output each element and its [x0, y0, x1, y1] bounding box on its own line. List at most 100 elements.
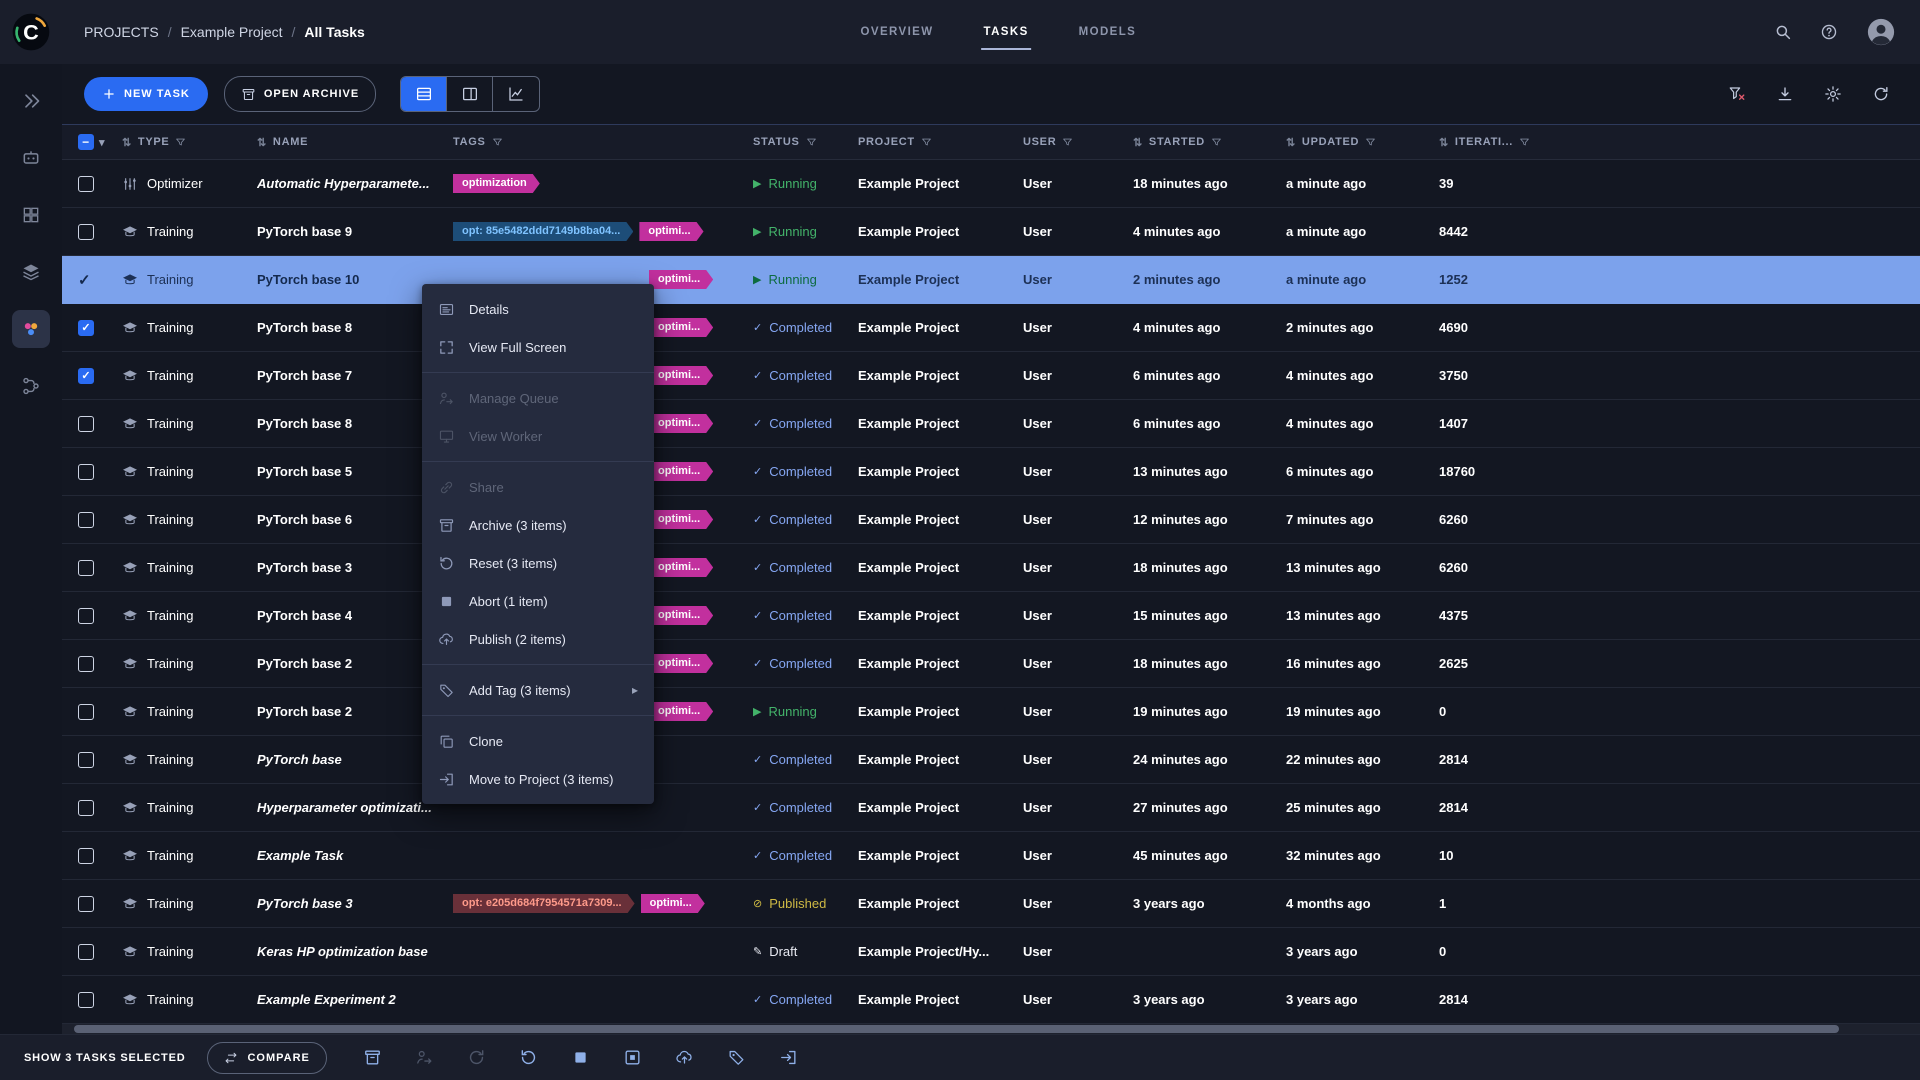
menu-item-move-to-project-3-items[interactable]: Move to Project (3 items): [422, 760, 654, 798]
task-name[interactable]: PyTorch base 9: [257, 224, 453, 239]
table-row[interactable]: TrainingPyTorch base 2optimi...✓Complete…: [62, 640, 1920, 688]
menu-item-archive-3-items[interactable]: Archive (3 items): [422, 506, 654, 544]
table-row[interactable]: TrainingExample Experiment 2✓CompletedEx…: [62, 976, 1920, 1024]
row-checkbox[interactable]: [78, 464, 94, 480]
task-tag[interactable]: optimi...: [649, 654, 713, 673]
horizontal-scrollbar[interactable]: [62, 1024, 1920, 1034]
sort-icon[interactable]: ⇅: [122, 136, 132, 149]
archive-icon[interactable]: [363, 1048, 382, 1067]
open-archive-button[interactable]: OPEN ARCHIVE: [224, 76, 376, 112]
sidebar-item-getting-started[interactable]: [12, 82, 50, 120]
task-tag[interactable]: optimi...: [649, 366, 713, 385]
row-checkbox[interactable]: [78, 656, 94, 672]
column-header-project[interactable]: PROJECT: [858, 136, 1023, 148]
table-view-button[interactable]: [401, 77, 447, 111]
selection-menu-caret-icon[interactable]: ▾: [99, 136, 105, 149]
user-avatar[interactable]: [1866, 17, 1896, 47]
menu-item-details[interactable]: Details: [422, 290, 654, 328]
task-tag[interactable]: optimi...: [649, 558, 713, 577]
table-row[interactable]: ✓TrainingPyTorch base 10optimi...▶Runnin…: [62, 256, 1920, 304]
tab-models[interactable]: MODELS: [1079, 0, 1137, 64]
sidebar-item-applications[interactable]: [12, 310, 50, 348]
task-name[interactable]: Example Task: [257, 848, 453, 863]
clearml-logo[interactable]: C: [0, 12, 62, 52]
task-tag[interactable]: optimi...: [641, 894, 705, 913]
task-name[interactable]: Automatic Hyperparamete...: [257, 176, 453, 191]
scrollbar-thumb[interactable]: [74, 1025, 1839, 1033]
settings-gear-icon[interactable]: [1824, 85, 1842, 103]
row-checkbox[interactable]: [78, 896, 94, 912]
row-checkbox[interactable]: [78, 992, 94, 1008]
sidebar-item-workers-queues[interactable]: [12, 367, 50, 405]
row-checkbox[interactable]: [78, 752, 94, 768]
clear-filters-icon[interactable]: [1728, 85, 1746, 103]
card-view-button[interactable]: [447, 77, 493, 111]
sort-icon[interactable]: ⇅: [257, 136, 267, 149]
filter-icon[interactable]: [175, 137, 186, 148]
sort-icon[interactable]: ⇅: [1439, 136, 1449, 149]
row-selected-checkmark[interactable]: ✓: [78, 271, 91, 289]
compare-button[interactable]: COMPARE: [207, 1042, 326, 1074]
chart-view-button[interactable]: [493, 77, 539, 111]
column-header-started[interactable]: ⇅STARTED: [1133, 136, 1286, 149]
table-row[interactable]: TrainingPyTorch base 3optimi...✓Complete…: [62, 544, 1920, 592]
filter-icon[interactable]: [806, 137, 817, 148]
task-tag[interactable]: opt: e205d684f7954571a7309...: [453, 894, 635, 913]
sidebar-item-datasets[interactable]: [12, 196, 50, 234]
column-header-tags[interactable]: TAGS: [453, 136, 753, 148]
row-checkbox[interactable]: [78, 800, 94, 816]
filter-icon[interactable]: [1211, 137, 1222, 148]
auto-refresh-icon[interactable]: [1872, 85, 1890, 103]
sort-icon[interactable]: ⇅: [1133, 136, 1143, 149]
task-tag[interactable]: optimi...: [649, 510, 713, 529]
row-checkbox[interactable]: [78, 704, 94, 720]
download-icon[interactable]: [1776, 85, 1794, 103]
task-tag[interactable]: optimi...: [649, 270, 713, 289]
add-tag-icon[interactable]: [727, 1048, 746, 1067]
reset-icon[interactable]: [519, 1048, 538, 1067]
breadcrumb-item-example-project[interactable]: Example Project: [181, 24, 283, 40]
menu-item-clone[interactable]: Clone: [422, 722, 654, 760]
table-row[interactable]: TrainingPyTorch base 3opt: e205d684f7954…: [62, 880, 1920, 928]
task-tag[interactable]: opt: 85e5482ddd7149b8ba04...: [453, 222, 633, 241]
table-row[interactable]: TrainingKeras HP optimization base✎Draft…: [62, 928, 1920, 976]
sort-icon[interactable]: ⇅: [1286, 136, 1296, 149]
task-tag[interactable]: optimi...: [639, 222, 703, 241]
menu-item-view-full-screen[interactable]: View Full Screen: [422, 328, 654, 366]
task-name[interactable]: Keras HP optimization base: [257, 944, 453, 959]
table-row[interactable]: OptimizerAutomatic Hyperparamete...optim…: [62, 160, 1920, 208]
new-task-button[interactable]: NEW TASK: [84, 77, 208, 111]
column-header-iterati[interactable]: ⇅ITERATI...: [1439, 136, 1920, 149]
breadcrumb-item-all-tasks[interactable]: All Tasks: [304, 24, 364, 40]
table-row[interactable]: TrainingPyTorch base 8optimi...✓Complete…: [62, 304, 1920, 352]
table-row[interactable]: TrainingPyTorch base 4optimi...✓Complete…: [62, 592, 1920, 640]
task-tag[interactable]: optimi...: [649, 702, 713, 721]
row-checkbox[interactable]: [78, 416, 94, 432]
menu-item-reset-3-items[interactable]: Reset (3 items): [422, 544, 654, 582]
table-row[interactable]: TrainingPyTorch base✓CompletedExample Pr…: [62, 736, 1920, 784]
row-checkbox[interactable]: [78, 560, 94, 576]
task-tag[interactable]: optimi...: [649, 318, 713, 337]
menu-item-add-tag-3-items[interactable]: Add Tag (3 items)▸: [422, 671, 654, 709]
select-all-checkbox[interactable]: [78, 134, 94, 150]
column-header-type[interactable]: ⇅TYPE: [122, 136, 257, 149]
menu-item-abort-1-item[interactable]: Abort (1 item): [422, 582, 654, 620]
filter-icon[interactable]: [492, 137, 503, 148]
table-row[interactable]: TrainingExample Task✓CompletedExample Pr…: [62, 832, 1920, 880]
table-row[interactable]: TrainingPyTorch base 6optimi...✓Complete…: [62, 496, 1920, 544]
row-checkbox[interactable]: [78, 224, 94, 240]
table-row[interactable]: TrainingPyTorch base 9opt: 85e5482ddd714…: [62, 208, 1920, 256]
help-icon[interactable]: [1820, 23, 1838, 41]
table-row[interactable]: TrainingPyTorch base 2optimi...▶RunningE…: [62, 688, 1920, 736]
move-to-project-icon[interactable]: [779, 1048, 798, 1067]
table-row[interactable]: TrainingPyTorch base 7optimi...✓Complete…: [62, 352, 1920, 400]
column-header-name[interactable]: ⇅NAME: [257, 136, 453, 149]
task-tag[interactable]: optimi...: [649, 462, 713, 481]
column-header-user[interactable]: USER: [1023, 136, 1133, 148]
column-header-updated[interactable]: ⇅UPDATED: [1286, 136, 1439, 149]
row-checkbox[interactable]: [78, 944, 94, 960]
tab-tasks[interactable]: TASKS: [984, 0, 1029, 64]
row-checkbox[interactable]: [78, 176, 94, 192]
filter-icon[interactable]: [1062, 137, 1073, 148]
row-checkbox[interactable]: [78, 368, 94, 384]
